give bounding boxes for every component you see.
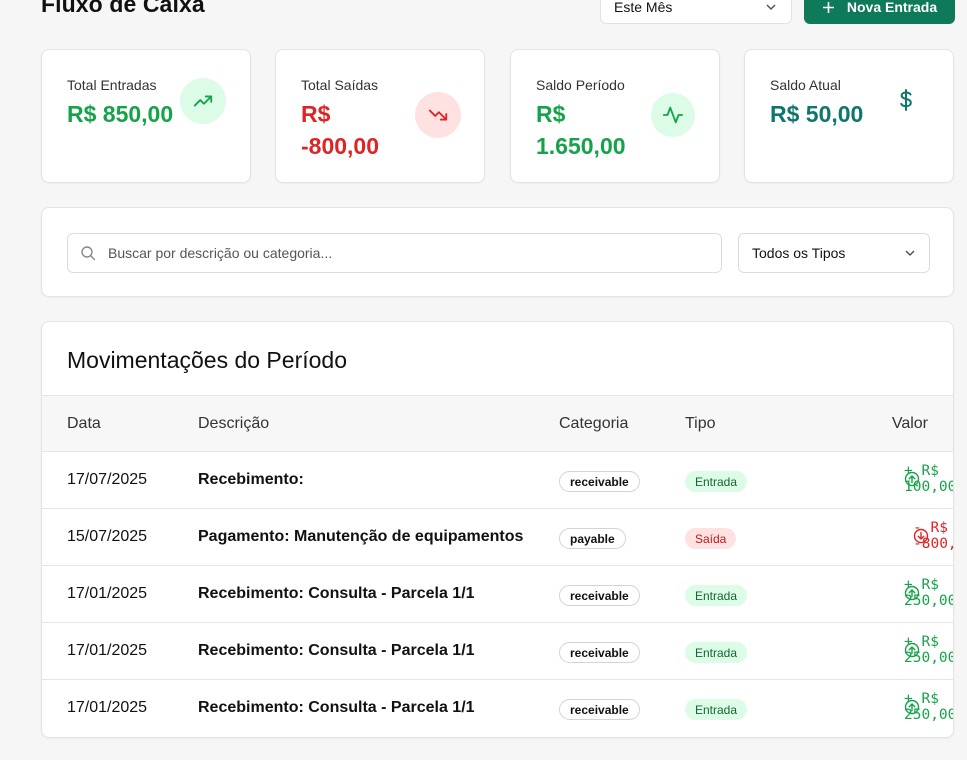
activity-icon (651, 93, 695, 137)
category-badge: receivable (559, 699, 640, 720)
row-amount: + R$ 250,00 (904, 691, 953, 723)
table-title: Movimentações do Período (67, 347, 347, 373)
stat-value-currency: R$ (536, 101, 566, 127)
type-badge: Entrada (685, 585, 748, 606)
column-header-type: Tipo (685, 415, 716, 432)
new-entry-button-label: Nova Entrada (846, 0, 938, 15)
chevron-down-icon (766, 4, 776, 11)
row-description: Recebimento: Consulta - Parcela 1/1 (198, 585, 475, 602)
table-row[interactable]: 17/01/2025 Recebimento: Consulta - Parce… (42, 566, 953, 623)
row-amount-value: + R$ 250,00 (904, 691, 954, 723)
row-amount: - R$ -800,00 (913, 520, 953, 552)
type-badge: Saída (685, 528, 737, 549)
stat-label: Total Entradas (67, 77, 157, 93)
category-badge: receivable (559, 585, 640, 606)
row-description: Recebimento: (198, 471, 304, 488)
category-badge: receivable (559, 642, 640, 663)
row-date: 17/01/2025 (67, 585, 148, 602)
row-amount: + R$ 250,00 (904, 577, 953, 609)
type-badge: Entrada (685, 699, 748, 720)
stat-value-currency: R$ (301, 101, 331, 127)
row-description: Recebimento: Consulta - Parcela 1/1 (198, 699, 475, 716)
chevron-down-icon (905, 250, 915, 257)
type-badge: Entrada (685, 471, 748, 492)
row-date: 17/01/2025 (67, 699, 148, 716)
stat-label: Saldo Período (536, 77, 625, 93)
table-row[interactable]: 17/07/2025 Recebimento: receivable Entra… (42, 452, 953, 509)
row-amount: + R$ 250,00 (904, 634, 953, 666)
trending-down-icon (415, 92, 461, 138)
column-header-description: Descrição (198, 415, 270, 432)
search-input[interactable]: Buscar por descrição ou categoria... (67, 233, 722, 273)
category-badge: receivable (559, 471, 640, 492)
stat-value: R$ 1.650,00 (536, 98, 626, 162)
stat-card-saldo-periodo: Saldo Período R$ 1.650,00 (510, 49, 720, 183)
row-amount: + R$ 100,00 (904, 463, 953, 495)
stat-label: Total Saídas (301, 77, 379, 93)
period-select-value: Este Mês (614, 0, 673, 15)
row-date: 17/07/2025 (67, 471, 148, 488)
stat-value-amount: -800,00 (301, 133, 380, 159)
stat-card-total-saidas: Total Saídas R$ -800,00 (275, 49, 485, 183)
type-filter-value: Todos os Tipos (752, 245, 846, 261)
stat-card-total-entradas: Total Entradas R$ 850,00 (41, 49, 251, 183)
row-date: 17/01/2025 (67, 642, 148, 659)
stat-label: Saldo Atual (770, 77, 841, 93)
plus-icon (822, 1, 834, 13)
row-amount-value: + R$ 250,00 (904, 634, 954, 666)
category-badge: payable (559, 528, 626, 549)
type-filter-select[interactable]: Todos os Tipos (738, 233, 930, 273)
stat-value-amount: 1.650,00 (536, 133, 626, 159)
transactions-table-card: Movimentações do Período Data Descrição … (41, 321, 954, 738)
search-placeholder: Buscar por descrição ou categoria... (108, 245, 333, 261)
column-header-date: Data (67, 415, 101, 432)
stat-value: R$ 850,00 (67, 101, 174, 127)
column-header-amount: Valor (891, 415, 928, 432)
new-entry-button[interactable]: Nova Entrada (804, 0, 955, 24)
period-select[interactable]: Este Mês (600, 0, 792, 24)
search-icon (81, 246, 96, 261)
stat-value: R$ 50,00 (770, 101, 864, 127)
table-row[interactable]: 15/07/2025 Pagamento: Manutenção de equi… (42, 509, 953, 566)
table-row[interactable]: 17/01/2025 Recebimento: Consulta - Parce… (42, 680, 953, 737)
table-row[interactable]: 17/01/2025 Recebimento: Consulta - Parce… (42, 623, 953, 680)
table-header: Data Descrição Categoria Tipo Valor (42, 395, 953, 452)
cash-flow-page: Fluxo de Caixa Este Mês Nova Entrada Tot… (0, 0, 967, 760)
trending-up-icon (180, 78, 226, 124)
page-title: Fluxo de Caixa (41, 0, 205, 17)
row-description: Recebimento: Consulta - Parcela 1/1 (198, 642, 475, 659)
stat-value: R$ -800,00 (301, 98, 379, 162)
dollar-icon (900, 89, 912, 111)
type-badge: Entrada (685, 642, 748, 663)
row-amount-value: - R$ -800,00 (913, 520, 953, 552)
column-header-category: Categoria (559, 415, 629, 432)
row-amount-value: + R$ 250,00 (904, 577, 954, 609)
row-amount-value: + R$ 100,00 (904, 463, 954, 495)
stat-card-saldo-atual: Saldo Atual R$ 50,00 (744, 49, 954, 183)
row-description: Pagamento: Manutenção de equipamentos (198, 528, 524, 545)
row-date: 15/07/2025 (67, 528, 148, 545)
filter-panel: Buscar por descrição ou categoria... Tod… (41, 207, 954, 297)
